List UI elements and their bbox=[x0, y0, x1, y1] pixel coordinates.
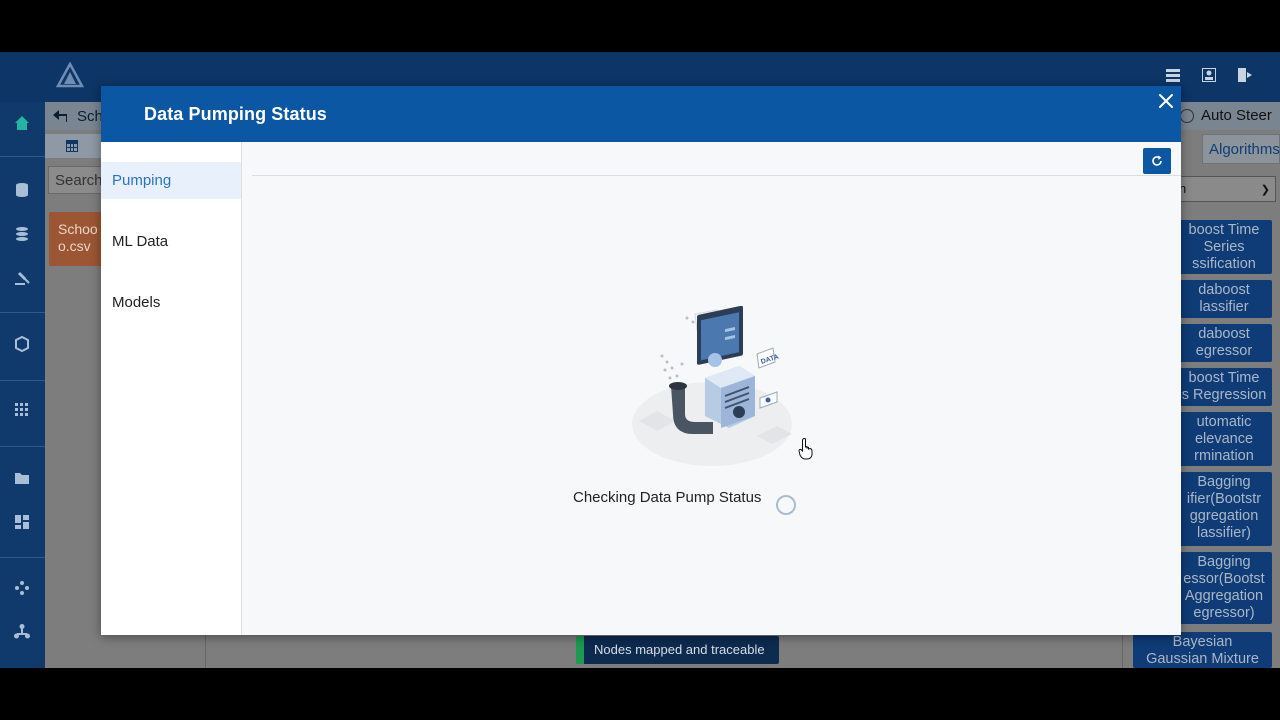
auto-steer-radio[interactable] bbox=[1180, 109, 1194, 123]
share-icon[interactable] bbox=[14, 624, 30, 640]
algorithm-card-line: egressor bbox=[1195, 343, 1253, 359]
algorithm-card-line: s Regression bbox=[1181, 387, 1267, 403]
algorithm-card-line: ssification bbox=[1192, 256, 1256, 272]
algorithm-card[interactable]: boost Time s Regression bbox=[1176, 368, 1272, 406]
tab-algorithms-label: Algorithms bbox=[1209, 141, 1280, 158]
algorithm-filter-select[interactable]: n ❯ bbox=[1176, 176, 1276, 202]
algorithm-card[interactable]: Bagging essor(Bootst Aggregation egresso… bbox=[1176, 552, 1272, 624]
gavel-icon[interactable] bbox=[14, 270, 30, 286]
algorithm-card-line: Bagging bbox=[1197, 554, 1251, 570]
file-card-line: Schoo bbox=[58, 221, 98, 237]
algorithm-card-line: Bagging bbox=[1197, 474, 1251, 490]
close-icon[interactable] bbox=[1157, 92, 1175, 110]
algorithm-card-line: Series bbox=[1203, 239, 1245, 255]
home-icon[interactable] bbox=[14, 115, 30, 131]
refresh-button[interactable] bbox=[1143, 148, 1171, 174]
file-card-line: o.csv bbox=[58, 238, 91, 254]
list-icon[interactable] bbox=[1166, 68, 1180, 82]
modal-title: Data Pumping Status bbox=[144, 104, 327, 124]
left-nav bbox=[0, 102, 45, 668]
background-search-input[interactable]: Search bbox=[48, 166, 108, 194]
data-pumping-modal: Data Pumping Status Pumping ML Data Mode… bbox=[101, 86, 1181, 635]
auto-steer-toggle[interactable]: Auto Steer bbox=[1176, 102, 1280, 130]
database-icon[interactable] bbox=[14, 182, 30, 198]
algorithm-card-line: lassifier bbox=[1199, 299, 1249, 315]
algorithm-card-line: egressor) bbox=[1193, 605, 1255, 621]
dashboard-icon[interactable] bbox=[14, 514, 30, 530]
folder-icon[interactable] bbox=[14, 470, 30, 486]
chevron-down-icon: ❯ bbox=[1260, 184, 1270, 196]
algorithm-card-line: boost Time bbox=[1188, 370, 1260, 386]
sidebar-item-pumping[interactable]: Pumping bbox=[101, 162, 241, 199]
grid-icon[interactable] bbox=[14, 402, 30, 418]
status-message: Checking Data Pump Status bbox=[573, 489, 762, 506]
logout-icon[interactable] bbox=[1238, 68, 1252, 82]
modal-header: Data Pumping Status bbox=[101, 86, 1181, 142]
background-header-title: Sch bbox=[77, 108, 103, 125]
modal-content: DATA Checking Data Pump Status bbox=[242, 142, 1181, 635]
toast-notification: Nodes mapped and traceable bbox=[576, 636, 779, 664]
algorithm-card-line: Gaussian Mixture bbox=[1146, 651, 1259, 667]
algorithm-card-line: elevance bbox=[1194, 431, 1254, 447]
algorithm-card-line: ifier(Bootstr bbox=[1186, 491, 1262, 507]
algorithm-card-line: Bayesian bbox=[1172, 634, 1233, 650]
algorithm-card[interactable]: utomatic elevance rmination bbox=[1176, 412, 1272, 466]
algorithm-card-line: essor(Bootst bbox=[1183, 571, 1265, 587]
algorithm-card-line: Aggregation bbox=[1184, 588, 1264, 604]
refresh-icon bbox=[1152, 155, 1162, 166]
table-icon bbox=[66, 140, 78, 152]
algorithm-card[interactable]: boost Time Series ssification bbox=[1176, 220, 1272, 274]
algorithm-card-line: utomatic bbox=[1196, 414, 1252, 430]
algorithm-card-line: daboost bbox=[1198, 282, 1250, 298]
algorithm-card-line: lassifier) bbox=[1197, 525, 1251, 541]
back-icon[interactable] bbox=[53, 110, 67, 122]
auto-steer-label: Auto Steer bbox=[1201, 107, 1272, 124]
algorithm-card[interactable]: daboost lassifier bbox=[1176, 280, 1272, 318]
algorithm-card[interactable]: Bagging ifier(Bootstr ggregation lassifi… bbox=[1176, 472, 1272, 546]
background-file-card[interactable]: Schoo o.csv bbox=[49, 212, 109, 266]
algorithm-card-line: ggregation bbox=[1189, 508, 1259, 524]
algorithm-card-line: daboost bbox=[1198, 326, 1250, 342]
user-icon[interactable] bbox=[1202, 68, 1216, 82]
sidebar-item-models[interactable]: Models bbox=[101, 284, 241, 321]
sidebar-item-ml-data[interactable]: ML Data bbox=[101, 223, 241, 260]
background-table-tab[interactable] bbox=[45, 134, 105, 158]
loading-spinner bbox=[776, 495, 796, 515]
algorithm-card[interactable]: Bayesian Gaussian Mixture bbox=[1133, 632, 1272, 668]
algorithm-card[interactable]: daboost egressor bbox=[1176, 324, 1272, 362]
pointer-cursor-icon bbox=[798, 438, 813, 460]
modal-sidebar: Pumping ML Data Models bbox=[101, 142, 242, 635]
network-icon[interactable] bbox=[14, 580, 30, 596]
divider bbox=[252, 175, 1181, 176]
algorithm-card-line: boost Time bbox=[1188, 222, 1260, 238]
data-pump-illustration: DATA bbox=[632, 306, 792, 466]
cube-icon[interactable] bbox=[14, 336, 30, 352]
algorithm-card-line: rmination bbox=[1194, 448, 1254, 464]
logo-icon[interactable] bbox=[56, 62, 84, 90]
tab-algorithms[interactable]: Algorithms bbox=[1202, 134, 1280, 164]
layers-icon[interactable] bbox=[14, 226, 30, 242]
